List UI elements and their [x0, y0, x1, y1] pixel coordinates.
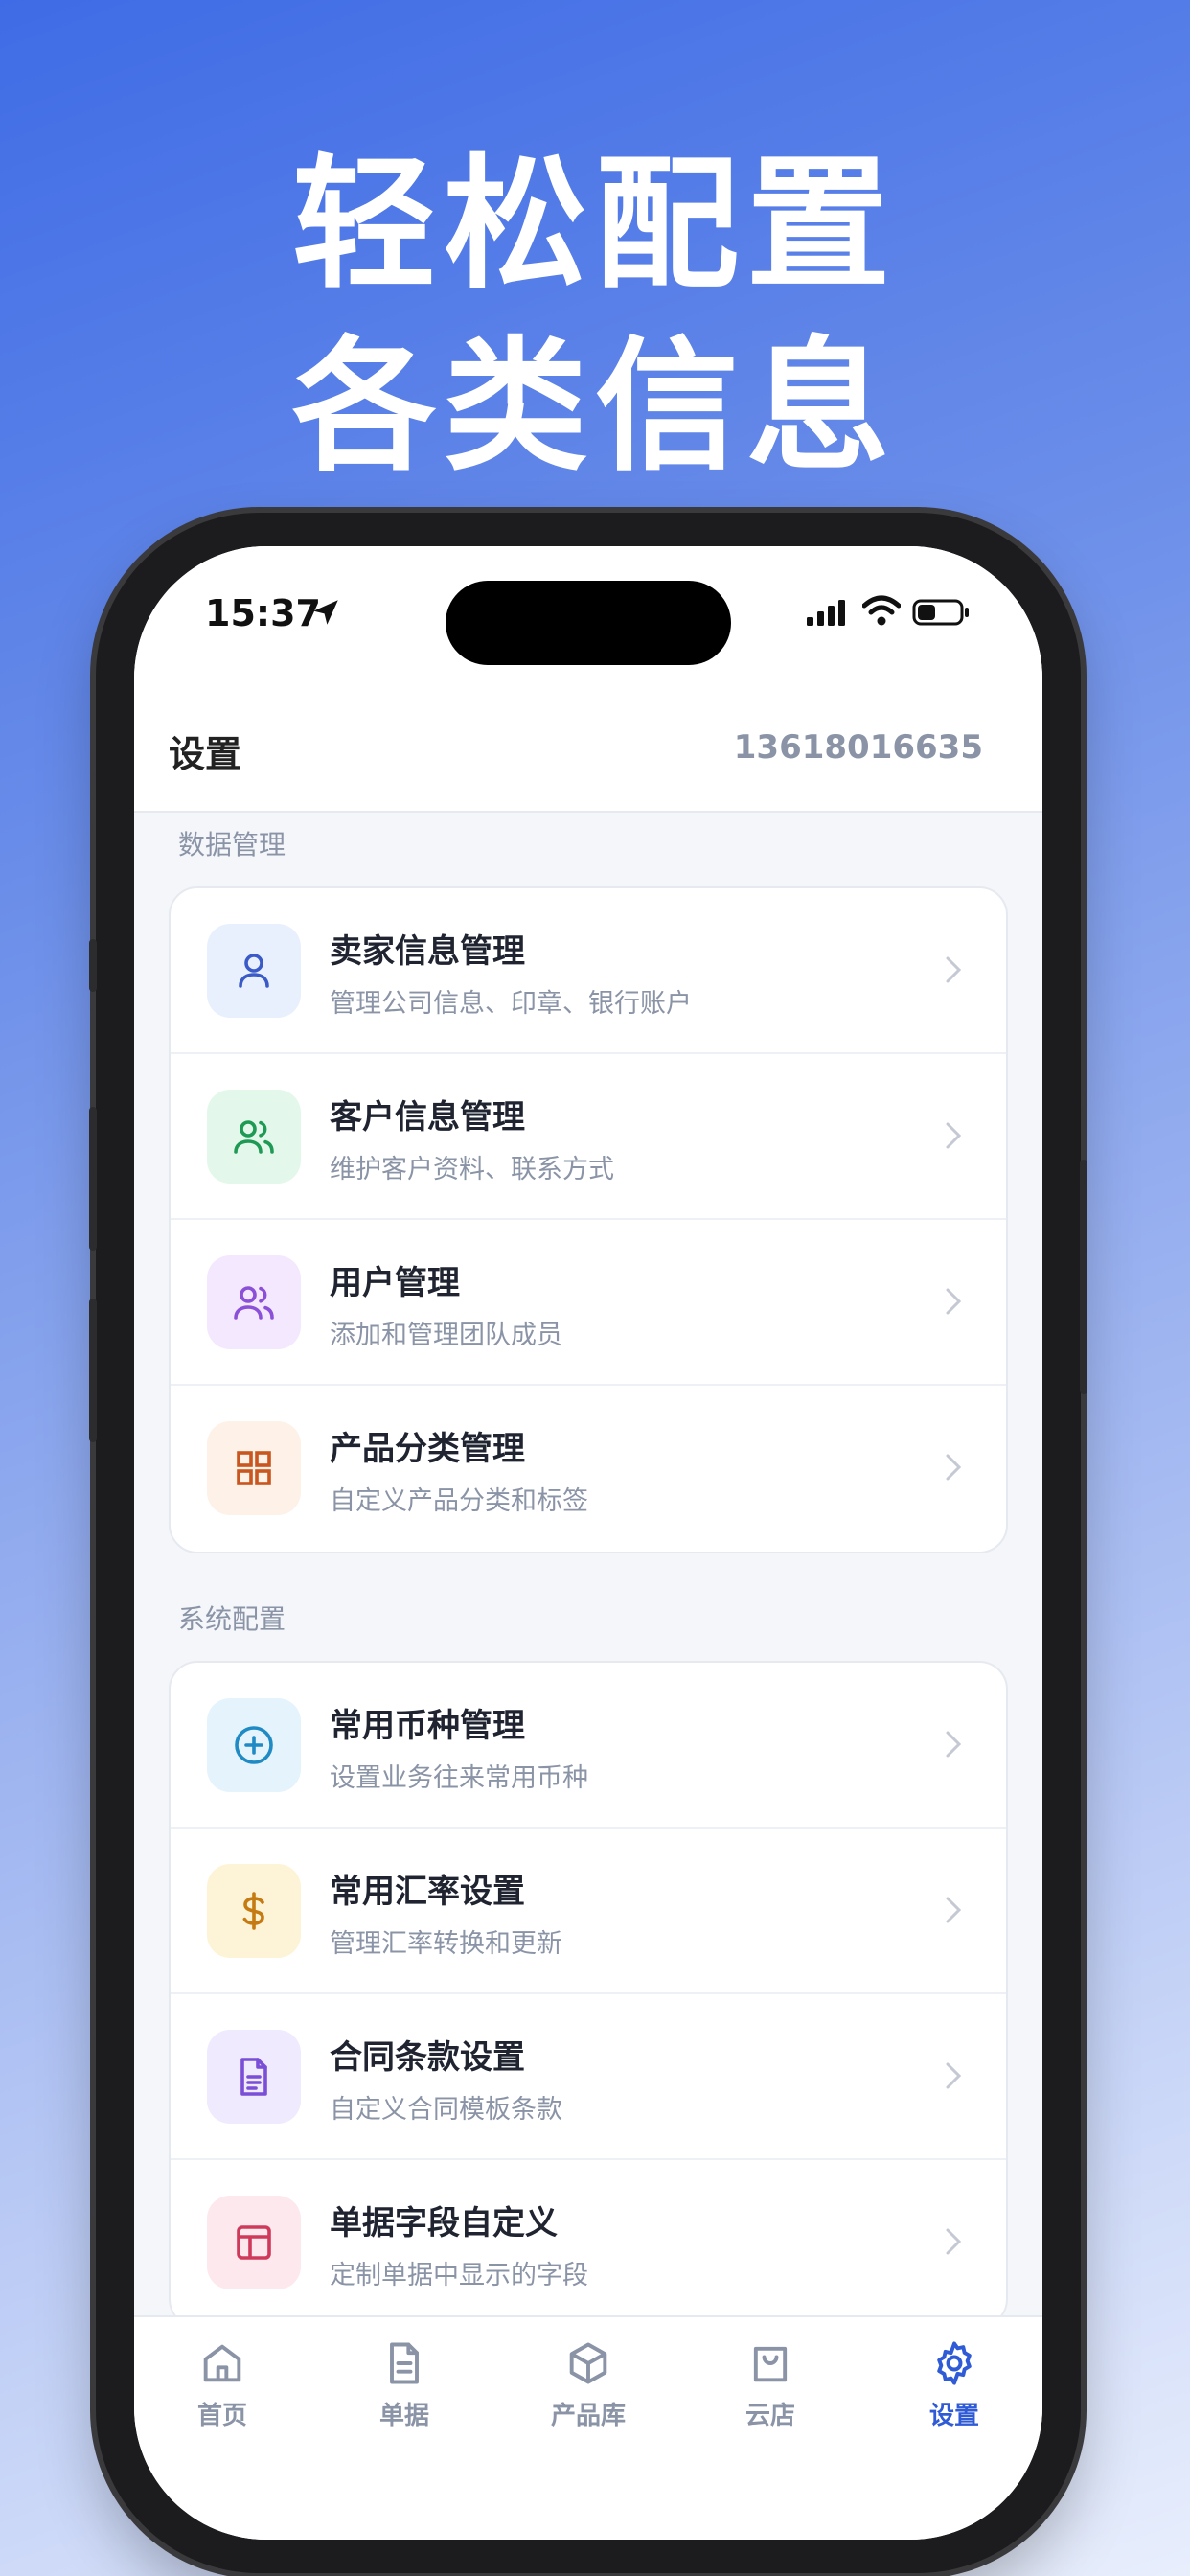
row-subtitle: 管理汇率转换和更新 [330, 1929, 562, 1959]
row-title: 客户信息管理 [330, 1098, 525, 1137]
file-icon [390, 2342, 419, 2384]
row-title: 卖家信息管理 [330, 932, 525, 971]
settings-row-contract-terms[interactable]: 合同条款设置 自定义合同模板条款 [171, 1994, 1006, 2160]
location-arrow-icon [313, 600, 338, 625]
wifi-icon [862, 595, 901, 626]
cellular-signal-icon [807, 600, 845, 626]
bottom-tab-bar: 首页 单据 产品库 云店 设置 [134, 2315, 1042, 2540]
tab-documents[interactable]: 单据 [328, 2338, 481, 2453]
system-config-card: 常用币种管理 设置业务往来常用币种 常用汇率设置 管理汇率转换和更新 合同条款设… [169, 1661, 1008, 2328]
tab-product-library[interactable]: 产品库 [512, 2338, 665, 2453]
promo-headline: 轻松配置 各类信息 [0, 134, 1190, 498]
row-subtitle: 设置业务往来常用币种 [330, 1763, 588, 1793]
row-subtitle: 自定义产品分类和标签 [330, 1486, 588, 1516]
dollar-icon [207, 1864, 301, 1958]
settings-row-seller-info[interactable]: 卖家信息管理 管理公司信息、印章、银行账户 [171, 888, 1006, 1054]
page-header: 设置 13618016635 [134, 690, 1042, 813]
row-title: 产品分类管理 [330, 1430, 525, 1468]
row-subtitle: 添加和管理团队成员 [330, 1321, 562, 1350]
chevron-right-icon [946, 1122, 962, 1149]
row-title: 常用汇率设置 [330, 1873, 525, 1911]
chevron-right-icon [946, 2228, 962, 2255]
chevron-right-icon [946, 956, 962, 983]
battery-icon [912, 599, 969, 626]
phone-screen: 15:37 设置 13618016635 数据管理 卖家信息管理 管理公司信息、… [134, 546, 1042, 2540]
tab-cloud-store[interactable]: 云店 [694, 2338, 847, 2453]
team-icon [207, 1255, 301, 1349]
settings-row-exchange-rate[interactable]: 常用汇率设置 管理汇率转换和更新 [171, 1828, 1006, 1994]
chevron-right-icon [946, 1897, 962, 1923]
row-title: 单据字段自定义 [330, 2204, 558, 2242]
dynamic-island [446, 581, 731, 665]
tab-home[interactable]: 首页 [146, 2338, 299, 2453]
row-title: 合同条款设置 [330, 2038, 525, 2077]
tab-label: 设置 [928, 2402, 979, 2430]
status-bar: 15:37 [134, 546, 1042, 690]
layout-icon [207, 2196, 301, 2289]
data-management-card: 卖家信息管理 管理公司信息、印章、银行账户 客户信息管理 维护客户资料、联系方式… [169, 886, 1008, 1553]
account-phone-number: 13618016635 [733, 728, 983, 767]
settings-row-product-category[interactable]: 产品分类管理 自定义产品分类和标签 [171, 1386, 1006, 1552]
user-icon [207, 924, 301, 1018]
tab-label: 单据 [378, 2402, 429, 2430]
bag-icon [753, 2346, 788, 2382]
headline-line-1: 轻松配置 [291, 142, 898, 309]
tab-label: 云店 [744, 2402, 795, 2430]
phone-volume-down [89, 1299, 97, 1442]
grid-icon [207, 1421, 301, 1515]
headline-line-2: 各类信息 [291, 324, 898, 491]
phone-power-button [1080, 1160, 1087, 1394]
users-icon [207, 1090, 301, 1184]
tab-settings[interactable]: 设置 [878, 2338, 1031, 2453]
phone-side-button [89, 939, 97, 992]
row-subtitle: 自定义合同模板条款 [330, 2095, 562, 2125]
plus-circle-icon [207, 1698, 301, 1792]
section-label-data-management: 数据管理 [178, 829, 286, 861]
chevron-right-icon [946, 1731, 962, 1758]
tab-label: 产品库 [550, 2402, 626, 2430]
page-title: 设置 [169, 733, 242, 775]
gear-icon [937, 2341, 972, 2385]
chevron-right-icon [946, 1454, 962, 1481]
settings-row-currency[interactable]: 常用币种管理 设置业务往来常用币种 [171, 1663, 1006, 1828]
phone-volume-up [89, 1107, 97, 1251]
row-title: 常用币种管理 [330, 1707, 525, 1745]
document-icon [207, 2030, 301, 2124]
home-icon [203, 2344, 241, 2382]
tab-label: 首页 [196, 2402, 247, 2430]
status-time: 15:37 [205, 592, 321, 634]
row-subtitle: 定制单据中显示的字段 [330, 2261, 588, 2290]
section-label-system-config: 系统配置 [178, 1603, 286, 1635]
chevron-right-icon [946, 2062, 962, 2089]
row-title: 用户管理 [330, 1264, 460, 1302]
settings-row-document-fields[interactable]: 单据字段自定义 定制单据中显示的字段 [171, 2160, 1006, 2326]
box-icon [569, 2342, 607, 2384]
settings-row-user-management[interactable]: 用户管理 添加和管理团队成员 [171, 1220, 1006, 1386]
chevron-right-icon [946, 1288, 962, 1315]
settings-row-customer-info[interactable]: 客户信息管理 维护客户资料、联系方式 [171, 1054, 1006, 1220]
row-subtitle: 维护客户资料、联系方式 [330, 1155, 614, 1184]
row-subtitle: 管理公司信息、印章、银行账户 [330, 989, 692, 1019]
